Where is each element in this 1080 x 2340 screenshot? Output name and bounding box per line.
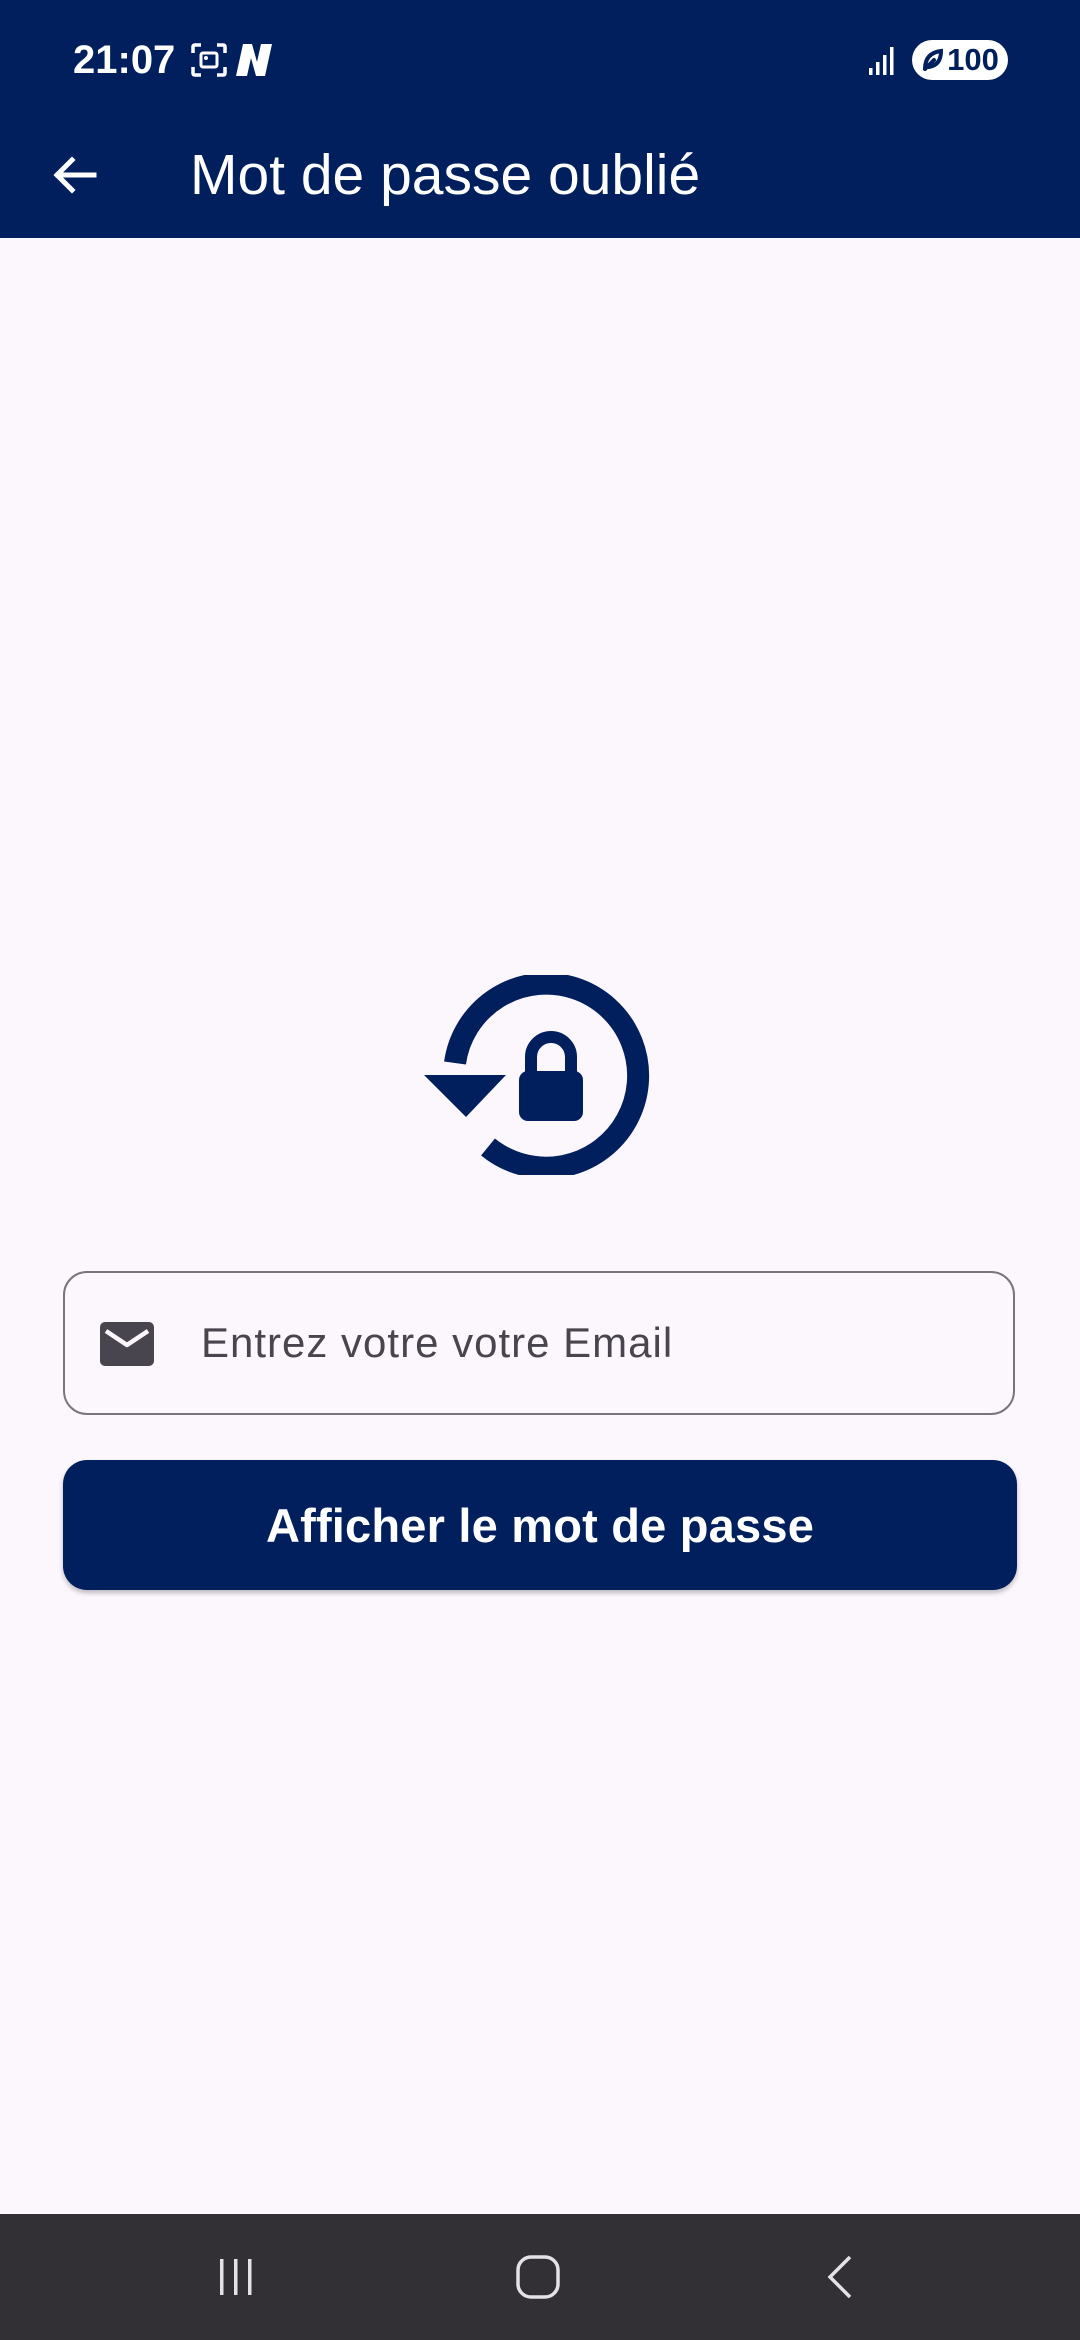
email-field[interactable] [63,1271,1015,1415]
system-back-icon [827,2255,852,2299]
top-header: 21:07 100 Mot de passe oublié [0,0,1080,238]
battery-saver-icon [923,48,944,71]
lock-reset-icon [424,975,650,1175]
system-back-button[interactable] [800,2237,880,2317]
status-bar: 21:07 100 [0,0,1080,120]
status-time: 21:07 [73,38,176,82]
system-navigation-bar [0,2214,1080,2340]
home-icon [516,2255,560,2299]
home-button[interactable] [498,2237,578,2317]
arrow-back-icon [53,156,97,194]
app-bar: Mot de passe oublié [0,120,1080,238]
show-password-button[interactable]: Afficher le mot de passe [63,1460,1017,1590]
recents-icon [220,2259,252,2295]
battery-indicator: 100 [912,40,1008,80]
notification-n-icon [236,44,272,76]
mail-icon [100,1322,154,1366]
recents-button[interactable] [196,2237,276,2317]
battery-level: 100 [947,42,999,77]
signal-icon [869,47,894,75]
screenshot-icon [191,43,227,77]
email-input[interactable] [201,1273,991,1413]
page-title: Mot de passe oublié [190,143,701,207]
show-password-button-label: Afficher le mot de passe [265,1498,815,1552]
back-button[interactable] [38,139,110,211]
